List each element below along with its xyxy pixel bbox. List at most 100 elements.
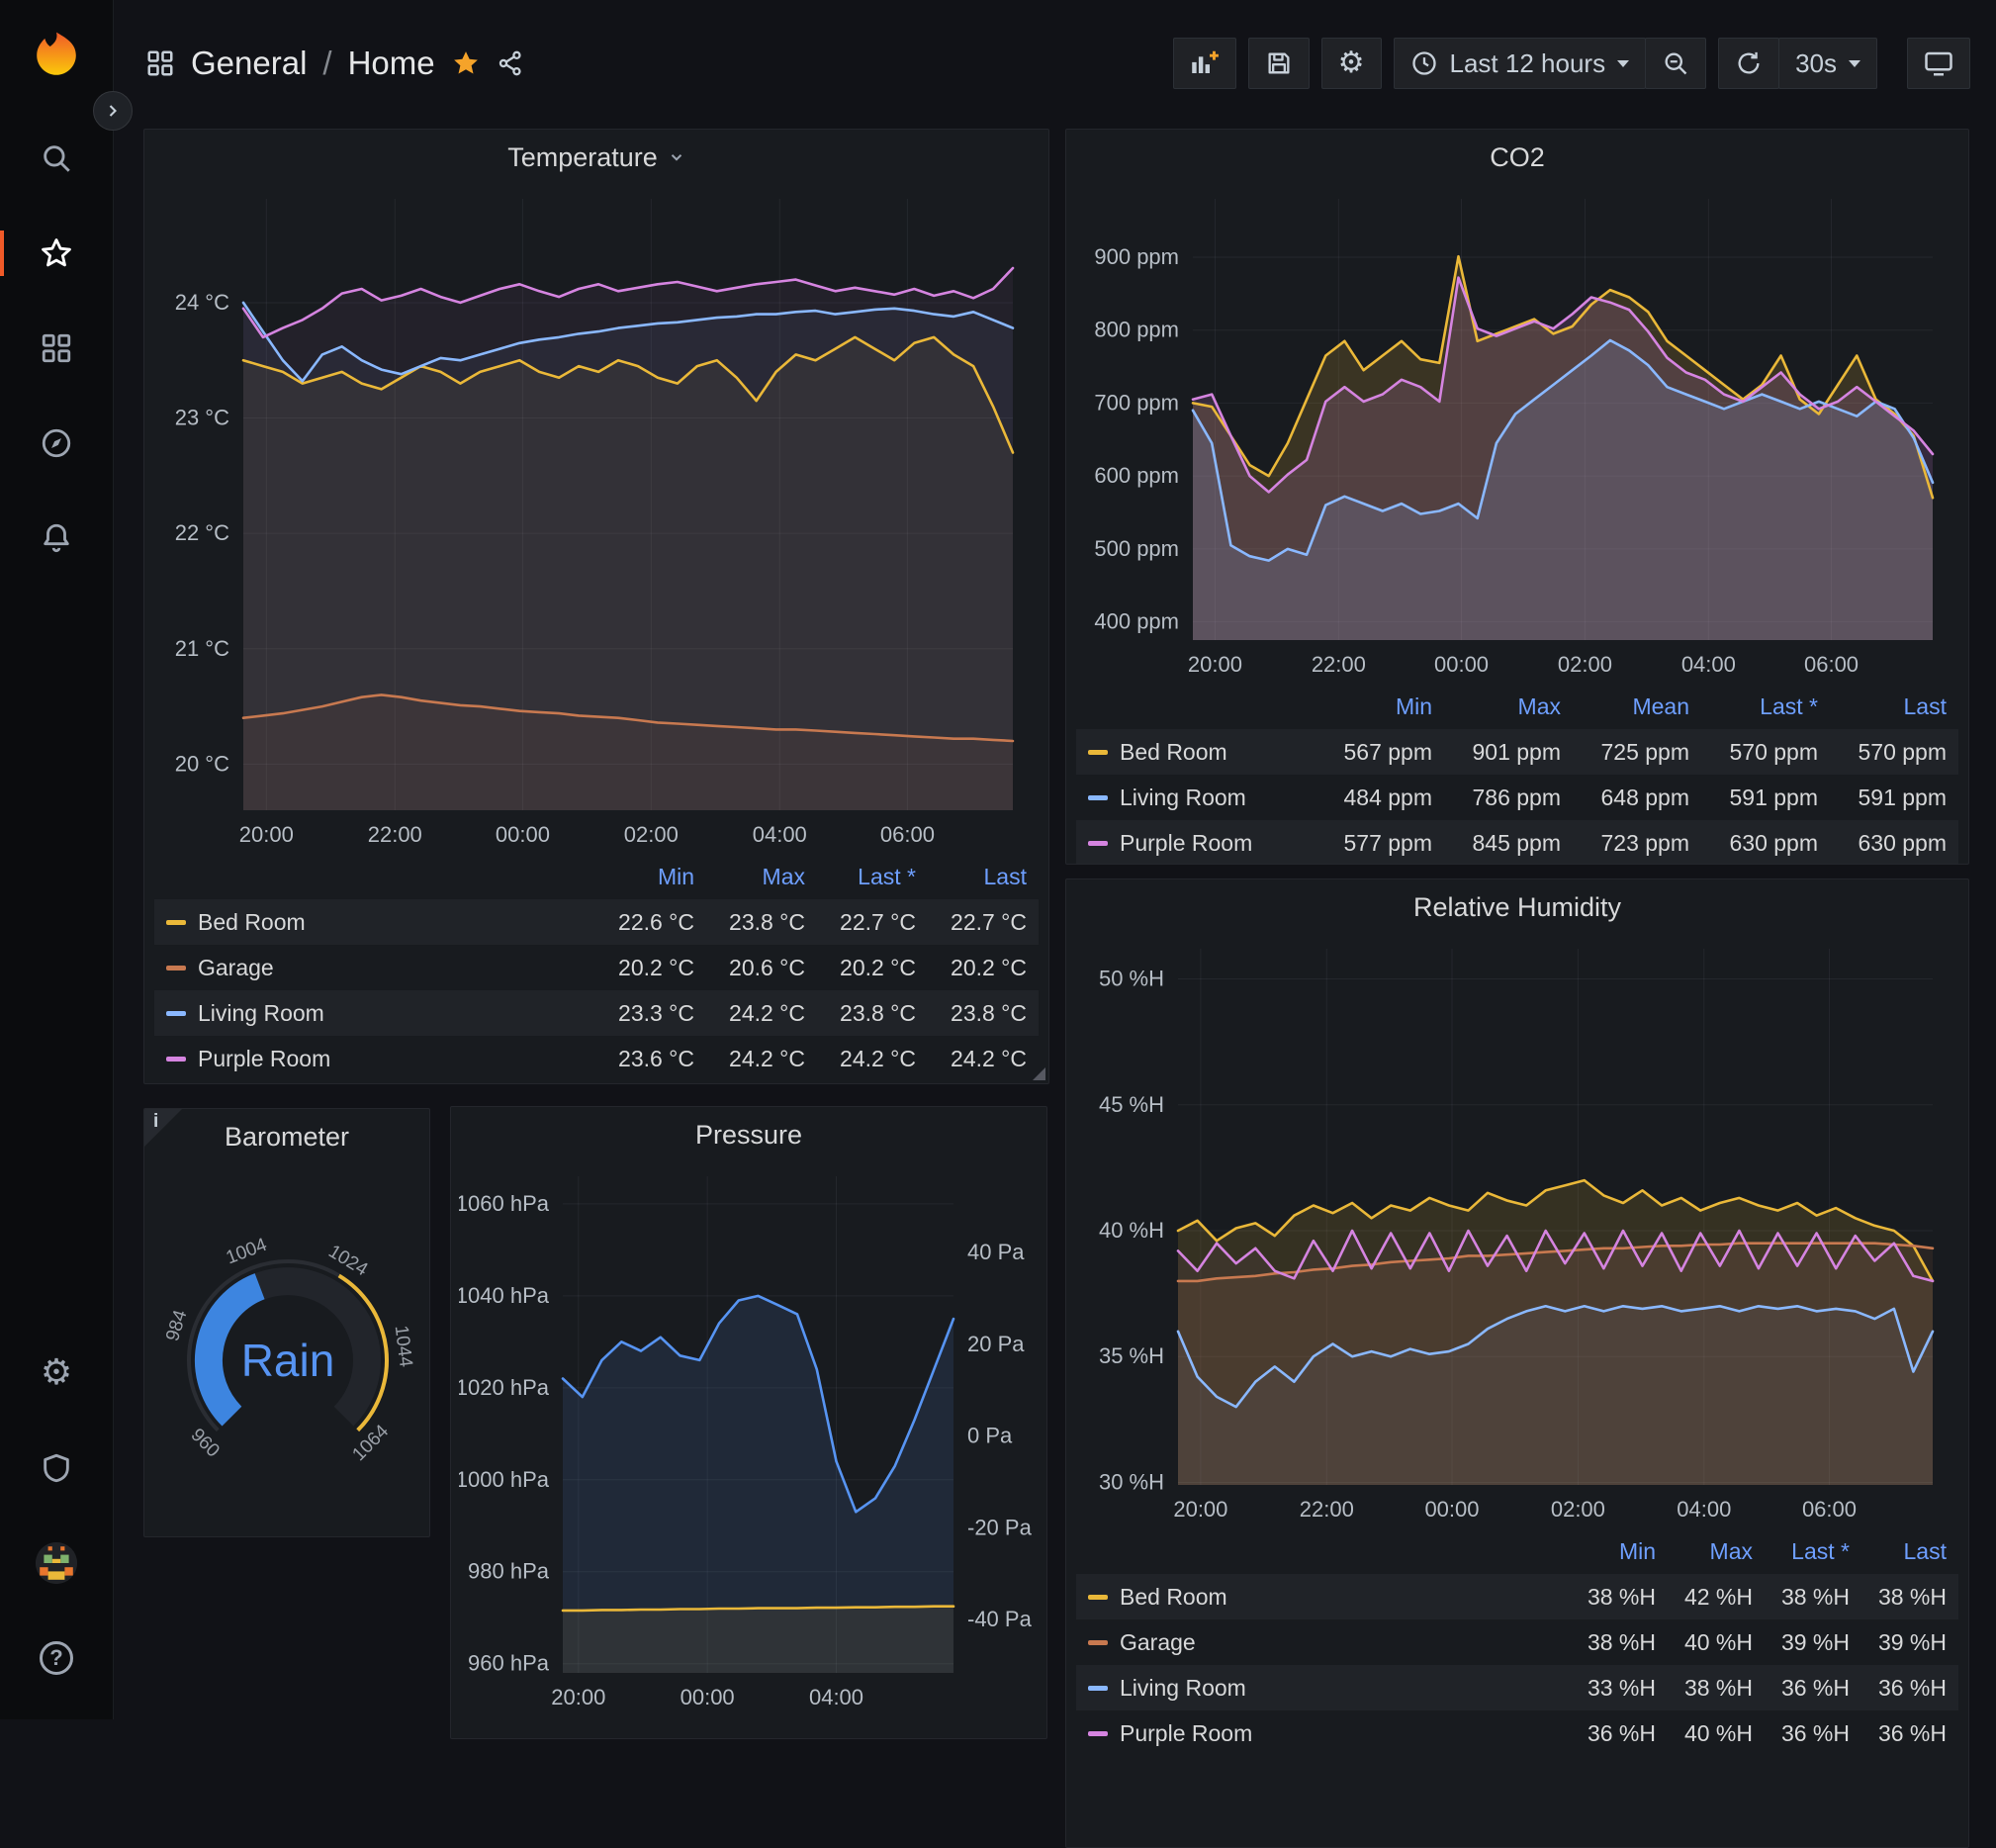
legend-series-toggle[interactable]: Purple Room [1088, 1720, 1252, 1747]
legend-column-last[interactable]: Last * [805, 864, 916, 890]
legend-header: MinMaxLast *Last [1076, 1528, 1958, 1574]
pressure-chart[interactable]: 20:0000:0004:00960 hPa980 hPa1000 hPa102… [459, 1162, 1041, 1716]
panel-header-temperature[interactable]: Temperature [144, 130, 1048, 185]
temperature-chart[interactable]: 20:0022:0000:0002:0004:0006:0020 °C21 °C… [152, 185, 1043, 854]
temperature-legend: MinMaxLast *LastBed Room22.6 °C23.8 °C22… [144, 854, 1048, 1081]
svg-text:22:00: 22:00 [1312, 652, 1366, 677]
legend-column-min[interactable]: Min [1304, 693, 1432, 720]
legend-series-toggle[interactable]: Purple Room [1088, 830, 1252, 857]
gear-icon: ⚙ [41, 1355, 72, 1391]
legend-column-last[interactable]: Last * [1689, 693, 1818, 720]
active-indicator-bar [0, 231, 4, 276]
time-range-label: Last 12 hours [1450, 48, 1606, 79]
legend-column-mean[interactable]: Mean [1561, 693, 1689, 720]
legend-column-last[interactable]: Last [916, 864, 1027, 890]
barometer-gauge[interactable]: 9609841004102410441064Rain [152, 1164, 423, 1525]
svg-text:980 hPa: 980 hPa [468, 1559, 550, 1584]
legend-series-toggle[interactable]: Bed Room [166, 909, 306, 936]
sidebar-item-search[interactable] [0, 111, 113, 206]
svg-text:-20 Pa: -20 Pa [967, 1515, 1033, 1539]
legend-series-toggle[interactable]: Garage [166, 955, 274, 981]
legend-value: 845 ppm [1432, 830, 1561, 857]
co2-chart[interactable]: 20:0022:0000:0002:0004:0006:00400 ppm500… [1074, 185, 1962, 684]
svg-text:40 %H: 40 %H [1099, 1218, 1164, 1243]
favorite-star-icon[interactable] [451, 48, 481, 78]
legend-column-last[interactable]: Last * [1753, 1538, 1850, 1565]
chevron-down-icon [668, 148, 685, 166]
sidebar-item-dashboards[interactable] [0, 301, 113, 396]
share-icon[interactable] [497, 49, 524, 77]
panel-barometer: i Barometer 9609841004102410441064Rain [143, 1108, 430, 1537]
panel-resize-handle[interactable] [1033, 1067, 1045, 1080]
legend-column-max[interactable]: Max [694, 864, 805, 890]
refresh-interval-picker[interactable]: 30s [1778, 38, 1877, 89]
apps-grid-icon[interactable] [145, 48, 175, 78]
panel-header-barometer[interactable]: Barometer [144, 1109, 429, 1164]
add-panel-button[interactable] [1173, 38, 1236, 89]
breadcrumb-section[interactable]: General [191, 45, 307, 82]
legend-series-toggle[interactable]: Living Room [166, 1000, 324, 1027]
sidebar-avatar[interactable] [0, 1516, 113, 1611]
svg-text:20 Pa: 20 Pa [967, 1332, 1025, 1356]
legend-value: 567 ppm [1304, 739, 1432, 766]
dashboards-icon [40, 331, 73, 365]
series-color-swatch [1088, 1686, 1108, 1691]
sidebar-expand-button[interactable] [93, 91, 133, 131]
series-color-swatch [166, 1057, 186, 1062]
panel-header-pressure[interactable]: Pressure [451, 1107, 1046, 1162]
svg-text:04:00: 04:00 [1677, 1497, 1731, 1522]
breadcrumb-page[interactable]: Home [348, 45, 435, 82]
series-color-swatch [1088, 841, 1108, 846]
legend-series-toggle[interactable]: Living Room [1088, 1675, 1246, 1702]
legend-value: 24.2 °C [916, 1046, 1027, 1072]
refresh-button[interactable] [1718, 38, 1779, 89]
gear-icon: ⚙ [1338, 48, 1365, 78]
sidebar-item-alerting[interactable] [0, 491, 113, 586]
legend-row: Garage38 %H40 %H39 %H39 %H [1076, 1619, 1958, 1665]
legend-series-toggle[interactable]: Bed Room [1088, 739, 1227, 766]
save-dashboard-button[interactable] [1248, 38, 1310, 89]
series-name: Living Room [198, 1000, 324, 1027]
legend-value: 39 %H [1753, 1629, 1850, 1656]
sidebar-item-explore[interactable] [0, 396, 113, 491]
svg-text:06:00: 06:00 [880, 822, 935, 847]
grafana-logo[interactable] [0, 0, 113, 111]
legend-column-min[interactable]: Min [584, 864, 694, 890]
clock-icon [1410, 49, 1438, 77]
sidebar-item-server-admin[interactable] [0, 1421, 113, 1516]
sidebar-item-starred[interactable] [0, 206, 113, 301]
cycle-view-button[interactable] [1907, 38, 1970, 89]
panel-header-humidity[interactable]: Relative Humidity [1066, 879, 1968, 935]
legend-series-toggle[interactable]: Purple Room [166, 1046, 330, 1072]
legend-column-min[interactable]: Min [1559, 1538, 1656, 1565]
time-range-picker[interactable]: Last 12 hours [1394, 38, 1647, 89]
svg-text:500 ppm: 500 ppm [1094, 536, 1179, 561]
panel-info-corner[interactable]: i [144, 1109, 182, 1147]
sidebar-item-help[interactable]: ? [0, 1611, 113, 1706]
legend-column-max[interactable]: Max [1432, 693, 1561, 720]
legend-value: 20.2 °C [805, 955, 916, 981]
panel-header-co2[interactable]: CO2 [1066, 130, 1968, 185]
svg-text:00:00: 00:00 [496, 822, 550, 847]
svg-text:06:00: 06:00 [1802, 1497, 1857, 1522]
legend-series-toggle[interactable]: Garage [1088, 1629, 1196, 1656]
info-icon: i [153, 1111, 158, 1133]
legend-value: 723 ppm [1561, 830, 1689, 857]
legend-column-last[interactable]: Last [1850, 1538, 1947, 1565]
legend-value: 36 %H [1850, 1675, 1947, 1702]
legend-column-max[interactable]: Max [1656, 1538, 1753, 1565]
shield-icon [40, 1451, 73, 1485]
series-color-swatch [1088, 1731, 1108, 1736]
legend-series-toggle[interactable]: Living Room [1088, 785, 1246, 811]
zoom-out-button[interactable] [1645, 38, 1706, 89]
legend-series-toggle[interactable]: Bed Room [1088, 1584, 1227, 1611]
sidebar-item-configuration[interactable]: ⚙ [0, 1326, 113, 1421]
add-panel-icon [1190, 49, 1220, 77]
series-color-swatch [1088, 750, 1108, 755]
dashboard-settings-button[interactable]: ⚙ [1321, 38, 1382, 89]
legend-column-last[interactable]: Last [1818, 693, 1947, 720]
humidity-chart[interactable]: 20:0022:0000:0002:0004:0006:0030 %H35 %H… [1074, 935, 1962, 1528]
humidity-legend: MinMaxLast *LastBed Room38 %H42 %H38 %H3… [1066, 1528, 1968, 1756]
svg-text:1024: 1024 [324, 1242, 371, 1281]
svg-text:02:00: 02:00 [624, 822, 679, 847]
